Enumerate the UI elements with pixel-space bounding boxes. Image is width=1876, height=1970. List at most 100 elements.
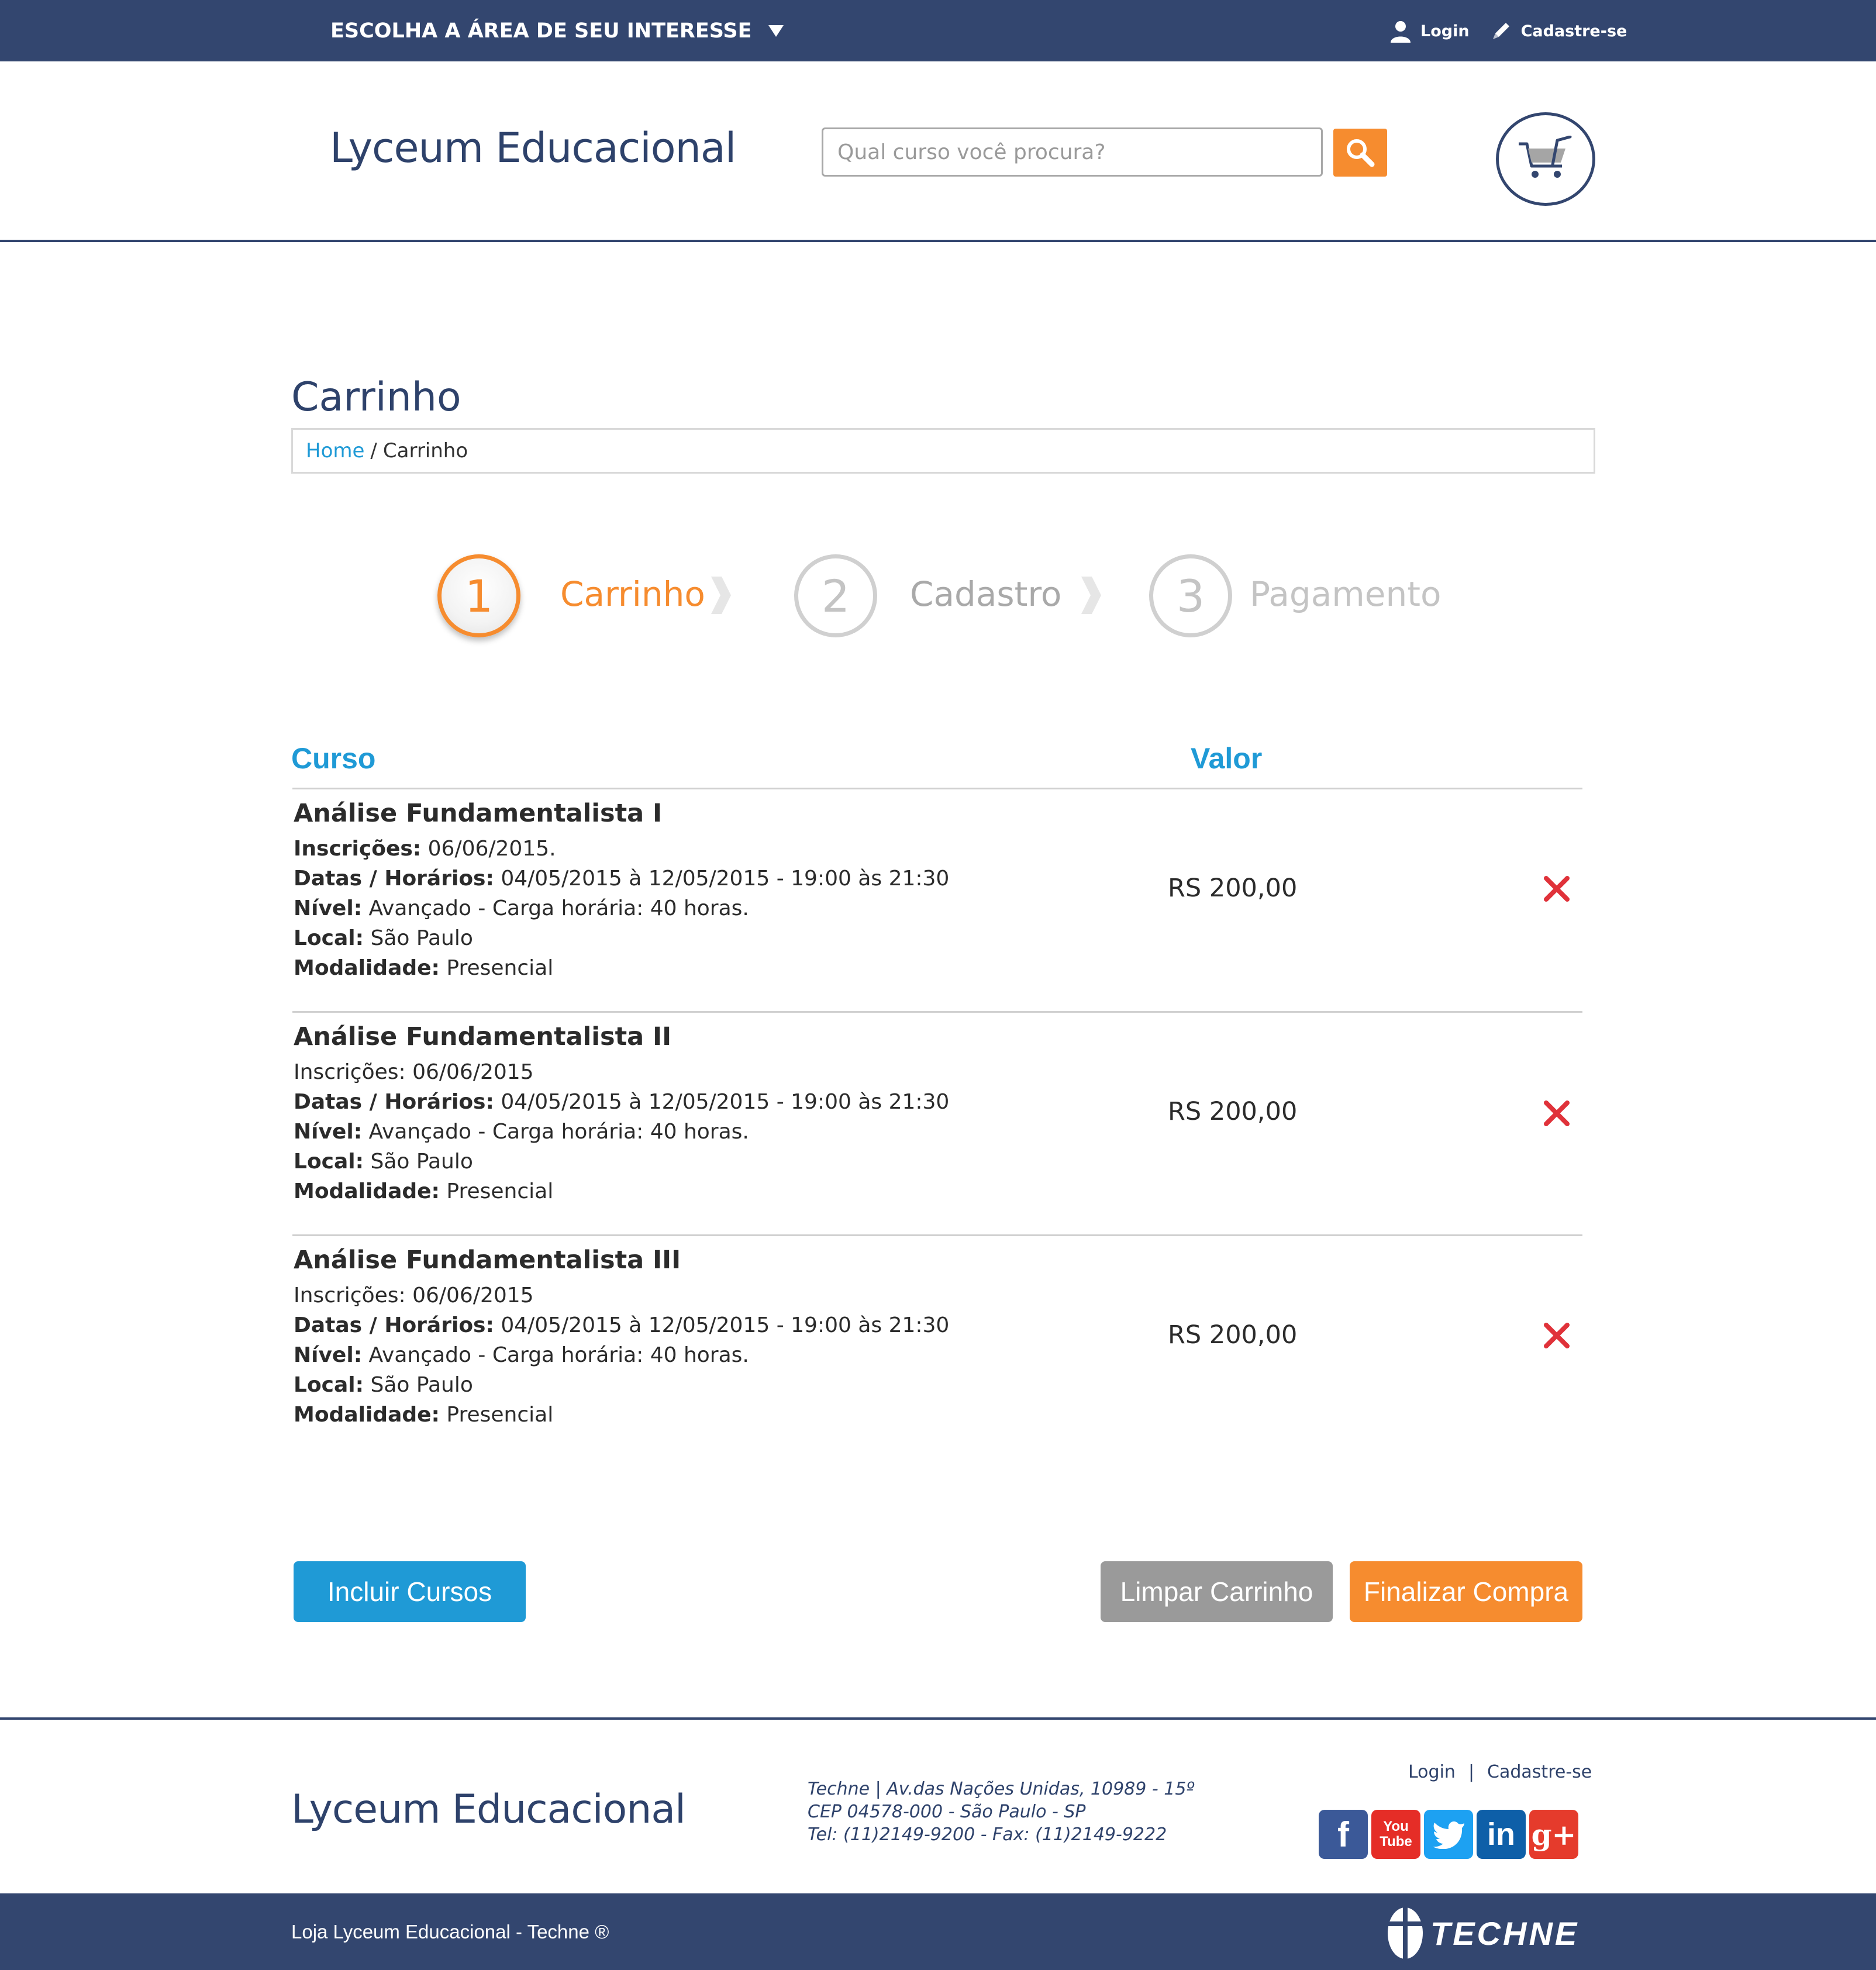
area-dropdown-label: ESCOLHA A ÁREA DE SEU INTERESSE	[330, 19, 752, 43]
copyright-text: Loja Lyceum Educacional - Techne ®	[291, 1921, 609, 1943]
footer-links-separator: |	[1468, 1762, 1475, 1782]
breadcrumb-home-link[interactable]: Home	[306, 439, 364, 463]
header-divider	[0, 240, 1876, 242]
register-link[interactable]: Cadastre-se	[1489, 19, 1627, 43]
login-link[interactable]: Login	[1389, 19, 1470, 43]
course-location: Local: São Paulo	[294, 923, 1229, 953]
register-link-label: Cadastre-se	[1520, 22, 1627, 40]
course-modality-label: Modalidade:	[294, 956, 440, 980]
course-enrollment-value: 06/06/2015.	[421, 837, 556, 861]
caret-down-icon	[768, 25, 784, 37]
checkout-button[interactable]: Finalizar Compra	[1350, 1561, 1582, 1622]
googleplus-glyph: g+	[1531, 1817, 1577, 1852]
course-level-label: Nível:	[294, 1120, 363, 1144]
social-links: f You Tube in g+	[1319, 1810, 1578, 1859]
facebook-glyph: f	[1337, 1814, 1349, 1854]
cart-item: Análise Fundamentalista II Inscrições: 0…	[294, 1022, 1229, 1206]
techne-logo[interactable]: TECHNE	[1386, 1906, 1579, 1960]
course-modality-value: Presencial	[439, 956, 554, 980]
course-modality-label: Modalidade:	[294, 1179, 440, 1203]
remove-item-icon[interactable]	[1542, 1320, 1572, 1351]
clear-cart-button[interactable]: Limpar Carrinho	[1101, 1561, 1333, 1622]
chevron-right-icon	[711, 577, 731, 614]
search-input[interactable]	[822, 127, 1323, 177]
column-header-course: Curso	[291, 742, 376, 775]
twitter-icon[interactable]	[1424, 1810, 1473, 1859]
techne-mark-icon	[1387, 1907, 1423, 1959]
search-button[interactable]	[1333, 129, 1387, 177]
address-line: CEP 04578-000 - São Paulo - SP	[808, 1802, 1086, 1822]
course-level-value: Avançado - Carga horária: 40 horas.	[362, 896, 749, 920]
table-header-divider	[292, 788, 1582, 789]
course-level-label: Nível:	[294, 1343, 363, 1367]
course-level: Nível: Avançado - Carga horária: 40 hora…	[294, 893, 1229, 923]
chevron-right-icon	[1081, 577, 1101, 614]
course-title: Análise Fundamentalista II	[294, 1022, 672, 1051]
course-dates: Datas / Horários: 04/05/2015 à 12/05/201…	[294, 864, 1229, 893]
footer-account-links: Login | Cadastre-se	[1408, 1762, 1592, 1782]
youtube-glyph: You Tube	[1380, 1819, 1412, 1850]
linkedin-icon[interactable]: in	[1477, 1810, 1526, 1859]
course-enrollment-label: Inscrições:	[294, 837, 422, 861]
step-3-label: Pagamento	[1250, 574, 1442, 614]
address-line: Techne | Av.das Nações Unidas, 10989 - 1…	[808, 1779, 1195, 1799]
page-title: Carrinho	[291, 374, 461, 420]
course-location-label: Local:	[294, 926, 364, 950]
course-location-value: São Paulo	[364, 1150, 473, 1174]
course-price: RS 200,00	[1168, 874, 1298, 903]
footer-logo[interactable]: Lyceum Educacional	[291, 1786, 686, 1833]
breadcrumb: Home / Carrinho	[291, 428, 1595, 474]
row-divider	[292, 1234, 1582, 1236]
course-dates: Datas / Horários: 04/05/2015 à 12/05/201…	[294, 1087, 1229, 1117]
course-title: Análise Fundamentalista III	[294, 1246, 681, 1275]
site-logo[interactable]: Lyceum Educacional	[330, 124, 736, 172]
step-1-circle: 1	[437, 554, 520, 637]
course-location-value: São Paulo	[364, 1373, 473, 1397]
cart-icon	[1519, 136, 1572, 178]
footer-login-link[interactable]: Login	[1408, 1762, 1456, 1782]
course-modality-value: Presencial	[439, 1179, 554, 1203]
course-price: RS 200,00	[1168, 1097, 1298, 1126]
course-location-label: Local:	[294, 1150, 364, 1174]
add-courses-button[interactable]: Incluir Cursos	[294, 1561, 526, 1622]
course-dates: Datas / Horários: 04/05/2015 à 12/05/201…	[294, 1310, 1229, 1340]
footer-address: Techne | Av.das Nações Unidas, 10989 - 1…	[808, 1778, 1195, 1846]
course-modality-label: Modalidade:	[294, 1403, 440, 1427]
cart-item: Análise Fundamentalista I Inscrições: 06…	[294, 799, 1229, 983]
address-line: Tel: (11)2149-9200 - Fax: (11)2149-9222	[808, 1824, 1167, 1845]
cart-button[interactable]	[1496, 112, 1595, 206]
course-modality: Modalidade: Presencial	[294, 1400, 1229, 1430]
course-modality: Modalidade: Presencial	[294, 1177, 1229, 1206]
linkedin-glyph: in	[1487, 1817, 1515, 1852]
youtube-icon[interactable]: You Tube	[1371, 1810, 1420, 1859]
course-price: RS 200,00	[1168, 1320, 1298, 1350]
area-dropdown[interactable]: ESCOLHA A ÁREA DE SEU INTERESSE	[330, 16, 784, 46]
facebook-icon[interactable]: f	[1319, 1810, 1368, 1859]
course-location: Local: São Paulo	[294, 1370, 1229, 1400]
user-icon	[1391, 21, 1411, 43]
course-dates-label: Datas / Horários:	[294, 1090, 494, 1114]
twitter-bird-icon	[1433, 1821, 1464, 1849]
cart-item: Análise Fundamentalista III Inscrições: …	[294, 1246, 1229, 1430]
course-dates-value: 04/05/2015 à 12/05/2015 - 19:00 às 21:30	[494, 867, 950, 891]
bottom-bar	[0, 1893, 1876, 1970]
course-location-label: Local:	[294, 1373, 364, 1397]
remove-item-icon[interactable]	[1542, 874, 1572, 904]
row-divider	[292, 1011, 1582, 1013]
footer-register-link[interactable]: Cadastre-se	[1487, 1762, 1592, 1782]
techne-wordmark: TECHNE	[1430, 1914, 1580, 1952]
course-dates-value: 04/05/2015 à 12/05/2015 - 19:00 às 21:30	[494, 1090, 950, 1114]
course-dates-value: 04/05/2015 à 12/05/2015 - 19:00 às 21:30	[494, 1313, 950, 1337]
course-modality-value: Presencial	[439, 1403, 554, 1427]
footer-divider	[0, 1717, 1876, 1720]
course-dates-label: Datas / Horários:	[294, 1313, 494, 1337]
course-level: Nível: Avançado - Carga horária: 40 hora…	[294, 1117, 1229, 1147]
breadcrumb-current: Carrinho	[382, 439, 468, 463]
googleplus-icon[interactable]: g+	[1529, 1810, 1578, 1859]
remove-item-icon[interactable]	[1542, 1098, 1572, 1129]
step-2-circle: 2	[794, 554, 877, 637]
course-location: Local: São Paulo	[294, 1147, 1229, 1177]
course-level-label: Nível:	[294, 896, 363, 920]
pencil-icon	[1492, 23, 1509, 39]
login-link-label: Login	[1420, 22, 1470, 40]
